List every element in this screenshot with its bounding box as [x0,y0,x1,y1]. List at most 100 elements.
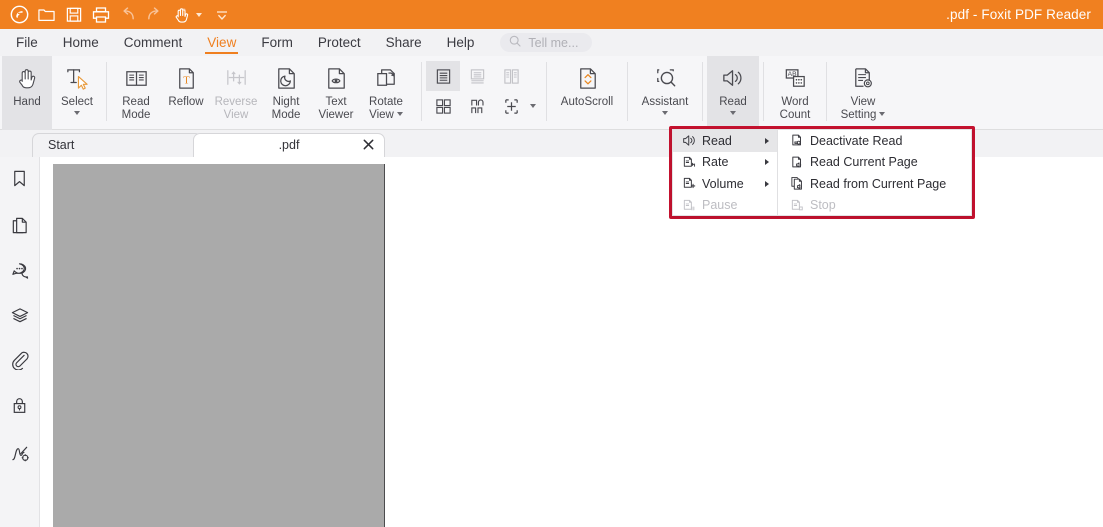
menu-item-comment[interactable]: Comment [118,29,189,56]
sidebar-item-attachments[interactable] [0,340,39,385]
select-text-icon [64,61,91,95]
menu-item-form[interactable]: Form [255,29,299,56]
svg-text:T: T [183,75,190,86]
text-viewer-icon [323,61,350,95]
navigation-sidebar [0,157,40,527]
autoscroll-icon [574,61,601,95]
continuous-facing-icon[interactable] [426,91,460,121]
ribbon-label-assistant: Assistant [628,96,702,109]
read-dropdown-menu: Read Rate [672,129,972,216]
ribbon-button-rotate-view[interactable]: Rotate View [361,56,411,131]
ribbon-button-text-viewer[interactable]: Text Viewer [311,56,361,131]
security-icon [10,396,29,420]
menu-item-protect[interactable]: Protect [312,29,367,56]
menu-item-pause: Pause [673,195,777,217]
stop-read-icon [784,198,810,213]
ribbon-button-night-mode[interactable]: Night Mode [261,56,311,131]
submenu-arrow-icon [765,138,769,144]
print-icon[interactable] [87,2,114,27]
read-caret-icon[interactable] [730,111,736,115]
sidebar-item-security[interactable] [0,385,39,430]
menu-item-read-current-page[interactable]: Read Current Page [778,152,971,174]
assistant-icon [652,61,679,95]
sidebar-item-layers[interactable] [0,295,39,340]
single-page-icon[interactable] [426,61,460,91]
menu-bar: File Home Comment View Form Protect Shar… [0,29,1103,57]
ribbon-button-reverse-view: Reverse View [211,56,261,131]
view-setting-icon [850,61,877,95]
view-setting-caret-icon[interactable] [879,112,885,116]
sidebar-item-comments[interactable] [0,250,39,295]
split-view-icon[interactable] [494,91,528,121]
rotate-view-icon [373,61,400,95]
page-thumbnails-icon [10,216,29,240]
menu-item-read-current-page-label: Read Current Page [810,155,918,169]
separate-cover-icon[interactable] [460,91,494,121]
reverse-view-icon [223,61,250,95]
close-icon[interactable] [361,137,376,152]
menu-item-read-label: Read [702,134,732,148]
read-speaker-icon [720,61,747,95]
tab-start[interactable]: Start [32,133,202,157]
attachments-icon [10,350,30,375]
menu-item-home[interactable]: Home [57,29,105,56]
sidebar-item-bookmarks[interactable] [0,157,39,205]
read-menu-left-panel: Read Rate [673,130,778,215]
rate-icon [676,155,702,170]
ribbon-button-read[interactable]: Read [707,56,759,131]
page-layout-caret-icon[interactable] [530,104,536,108]
pdf-page[interactable] [53,164,385,527]
night-mode-icon [273,61,300,95]
hand-tool-icon[interactable] [168,2,195,27]
menu-item-deactivate-read[interactable]: Deactivate Read [778,130,971,152]
read-mode-icon [123,61,150,95]
menu-item-help[interactable]: Help [441,29,481,56]
ribbon-button-select[interactable]: Select [52,56,102,131]
reflow-icon: T [173,61,200,95]
ribbon-label-select: Select [48,96,106,109]
ribbon-button-view-setting[interactable]: View Setting [831,56,895,131]
facing-page-icon[interactable] [494,61,528,91]
ribbon-button-word-count[interactable]: AB Word Count [768,56,822,131]
save-icon[interactable] [60,2,87,27]
continuous-page-icon[interactable] [460,61,494,91]
customize-toolbar-icon[interactable] [208,2,235,27]
hand-tool-dropdown[interactable] [168,2,202,27]
ribbon-separator [421,62,422,121]
menu-item-pause-label: Pause [702,198,737,212]
ribbon-button-reflow[interactable]: T Reflow [161,56,211,131]
foxit-logo-icon[interactable] [6,2,33,27]
menu-item-stop: Stop [778,195,971,217]
tab-start-label: Start [48,138,74,152]
menu-item-view[interactable]: View [201,29,242,56]
menu-item-read-from-current-page[interactable]: Read from Current Page [778,173,971,195]
rotate-view-caret-icon[interactable] [397,112,403,116]
ribbon-toolbar: Hand Select [0,56,1103,130]
assistant-caret-icon[interactable] [662,111,668,115]
read-current-page-icon [784,155,810,170]
hand-tool-caret-icon[interactable] [196,13,202,17]
menu-item-volume[interactable]: Volume [673,173,777,195]
menu-item-file[interactable]: File [10,29,44,56]
tell-me-search[interactable]: Tell me... [500,33,592,52]
select-caret-icon[interactable] [74,111,80,115]
sidebar-item-digital-signatures[interactable] [0,433,39,478]
menu-item-rate[interactable]: Rate [673,152,777,174]
ribbon-separator [627,62,628,121]
ribbon-button-read-mode[interactable]: Read Mode [111,56,161,131]
ribbon-label-rotate-view: Rotate View [357,96,415,122]
ribbon-button-assistant[interactable]: Assistant [632,56,698,131]
ribbon-button-hand[interactable]: Hand [2,56,52,131]
menu-item-volume-label: Volume [702,177,744,191]
pause-icon [676,198,702,213]
menu-item-share[interactable]: Share [380,29,428,56]
redo-icon[interactable] [141,2,168,27]
menu-item-read[interactable]: Read [673,130,777,152]
tab-pdf[interactable]: .pdf [193,133,385,157]
ribbon-separator [763,62,764,121]
sidebar-item-page-thumbnails[interactable] [0,205,39,250]
undo-icon[interactable] [114,2,141,27]
ribbon-separator [702,62,703,121]
ribbon-button-autoscroll[interactable]: AutoScroll [551,56,623,131]
open-folder-icon[interactable] [33,2,60,27]
